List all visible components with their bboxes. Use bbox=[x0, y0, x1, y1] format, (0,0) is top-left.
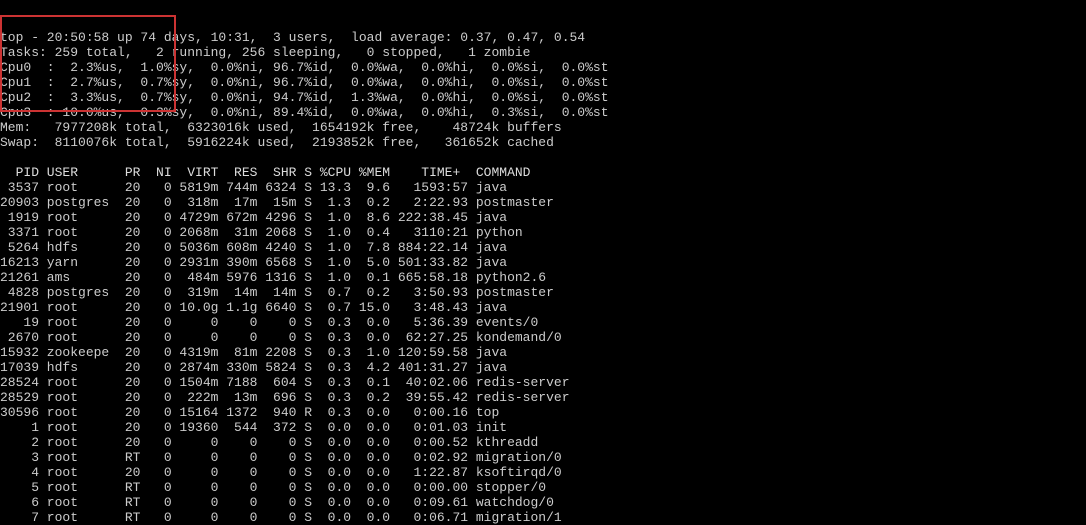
table-row: 6 root RT 0 0 0 0 S 0.0 0.0 0:09.61 watc… bbox=[0, 495, 1086, 510]
table-row: 3537 root 20 0 5819m 744m 6324 S 13.3 9.… bbox=[0, 180, 1086, 195]
table-row: 30596 root 20 0 15164 1372 940 R 0.3 0.0… bbox=[0, 405, 1086, 420]
table-row: 1 root 20 0 19360 544 372 S 0.0 0.0 0:01… bbox=[0, 420, 1086, 435]
summary-line-swap: Swap: 8110076k total, 5916224k used, 219… bbox=[0, 135, 554, 150]
summary-line-mem: Mem: 7977208k total, 6323016k used, 1654… bbox=[0, 120, 562, 135]
table-row: 2670 root 20 0 0 0 0 S 0.3 0.0 62:27.25 … bbox=[0, 330, 1086, 345]
table-row: 21901 root 20 0 10.0g 1.1g 6640 S 0.7 15… bbox=[0, 300, 1086, 315]
table-row: 4 root 20 0 0 0 0 S 0.0 0.0 1:22.87 ksof… bbox=[0, 465, 1086, 480]
terminal-viewport[interactable]: top - 20:50:58 up 74 days, 10:31, 3 user… bbox=[0, 0, 1086, 525]
table-row: 20903 postgres 20 0 318m 17m 15m S 1.3 0… bbox=[0, 195, 1086, 210]
table-row: 17039 hdfs 20 0 2874m 330m 5824 S 0.3 4.… bbox=[0, 360, 1086, 375]
table-row: 5264 hdfs 20 0 5036m 608m 4240 S 1.0 7.8… bbox=[0, 240, 1086, 255]
table-row: 28529 root 20 0 222m 13m 696 S 0.3 0.2 3… bbox=[0, 390, 1086, 405]
table-row: 7 root RT 0 0 0 0 S 0.0 0.0 0:06.71 migr… bbox=[0, 510, 1086, 525]
summary-line-tasks: Tasks: 259 total, 2 running, 256 sleepin… bbox=[0, 45, 531, 60]
summary-line-cpu0: Cpu0 : 2.3%us, 1.0%sy, 0.0%ni, 96.7%id, … bbox=[0, 60, 609, 75]
table-row: 21261 ams 20 0 484m 5976 1316 S 1.0 0.1 … bbox=[0, 270, 1086, 285]
table-row: 3 root RT 0 0 0 0 S 0.0 0.0 0:02.92 migr… bbox=[0, 450, 1086, 465]
summary-line-top: top - 20:50:58 up 74 days, 10:31, 3 user… bbox=[0, 30, 585, 45]
summary-line-cpu1: Cpu1 : 2.7%us, 0.7%sy, 0.0%ni, 96.7%id, … bbox=[0, 75, 609, 90]
table-row: 19 root 20 0 0 0 0 S 0.3 0.0 5:36.39 eve… bbox=[0, 315, 1086, 330]
summary-line-cpu2: Cpu2 : 3.3%us, 0.7%sy, 0.0%ni, 94.7%id, … bbox=[0, 90, 609, 105]
process-table: 3537 root 20 0 5819m 744m 6324 S 13.3 9.… bbox=[0, 180, 1086, 525]
table-row: 5 root RT 0 0 0 0 S 0.0 0.0 0:00.00 stop… bbox=[0, 480, 1086, 495]
table-row: 28524 root 20 0 1504m 7188 604 S 0.3 0.1… bbox=[0, 375, 1086, 390]
table-row: 2 root 20 0 0 0 0 S 0.0 0.0 0:00.52 kthr… bbox=[0, 435, 1086, 450]
table-row: 16213 yarn 20 0 2931m 390m 6568 S 1.0 5.… bbox=[0, 255, 1086, 270]
table-row: 3371 root 20 0 2068m 31m 2068 S 1.0 0.4 … bbox=[0, 225, 1086, 240]
table-row: 15932 zookeepe 20 0 4319m 81m 2208 S 0.3… bbox=[0, 345, 1086, 360]
process-header: PID USER PR NI VIRT RES SHR S %CPU %MEM … bbox=[0, 165, 531, 180]
blank-line bbox=[0, 150, 8, 165]
table-row: 4828 postgres 20 0 319m 14m 14m S 0.7 0.… bbox=[0, 285, 1086, 300]
summary-line-cpu3: Cpu3 : 10.0%us, 0.3%sy, 0.0%ni, 89.4%id,… bbox=[0, 105, 609, 120]
table-row: 1919 root 20 0 4729m 672m 4296 S 1.0 8.6… bbox=[0, 210, 1086, 225]
